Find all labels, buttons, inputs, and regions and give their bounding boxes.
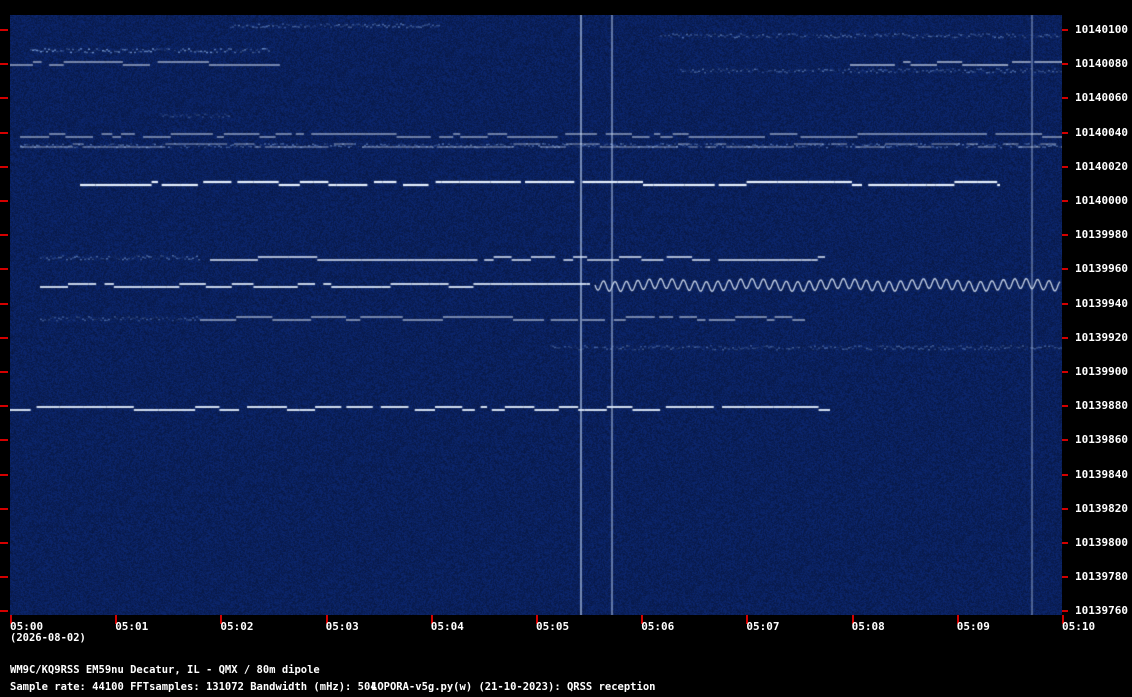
time-label: 05:03 <box>325 620 359 633</box>
freq-tick <box>1062 268 1068 271</box>
freq-tick <box>1062 29 1068 31</box>
freq-tick-left <box>0 610 8 613</box>
freq-tick <box>1062 507 1068 510</box>
time-label: 05:02 <box>220 620 254 633</box>
freq-tick <box>1062 336 1068 339</box>
freq-tick-left <box>0 63 8 66</box>
freq-tick <box>1062 200 1068 202</box>
station-info: WM9C/KQ9RSS EM59nu Decatur, IL - QMX / 8… <box>10 664 320 676</box>
freq-label: 10140060 <box>1075 91 1128 105</box>
freq-label: 10140080 <box>1075 57 1128 71</box>
freq-tick-left <box>0 200 8 202</box>
time-label: 05:07 <box>746 620 780 633</box>
freq-label: 10139760 <box>1075 604 1128 618</box>
freq-tick-left <box>0 507 8 510</box>
freq-tick-left <box>0 336 8 339</box>
freq-label: 10139860 <box>1075 433 1128 447</box>
freq-tick <box>1062 405 1068 408</box>
time-label: 05:04 <box>430 620 464 633</box>
freq-tick <box>1062 131 1068 134</box>
freq-tick <box>1062 576 1068 579</box>
time-label: 05:08 <box>851 620 885 633</box>
time-label: 05:10 <box>1062 620 1096 633</box>
software-version: LOPORA-v5g.py(w) (21-10-2023): QRSS rece… <box>371 681 656 693</box>
freq-tick-left <box>0 268 8 271</box>
freq-tick-left <box>0 405 8 408</box>
freq-label: 10139940 <box>1075 296 1128 310</box>
capture-parameters: Sample rate: 44100 FFTsamples: 131072 Ba… <box>10 681 377 693</box>
freq-label: 10140100 <box>1075 23 1128 36</box>
freq-tick-left <box>0 29 8 31</box>
freq-tick <box>1062 165 1068 168</box>
time-label: 05:01 <box>115 620 149 633</box>
freq-tick-left <box>0 302 8 305</box>
freq-tick <box>1062 302 1068 305</box>
freq-tick <box>1062 439 1068 442</box>
freq-label: 10140000 <box>1075 194 1128 207</box>
date-label: (2026-08-02) <box>10 632 86 644</box>
freq-label: 10140020 <box>1075 159 1128 173</box>
freq-label: 10140040 <box>1075 125 1128 139</box>
freq-label: 10139800 <box>1075 536 1128 549</box>
freq-label: 10139820 <box>1075 501 1128 515</box>
freq-label: 10139980 <box>1075 228 1128 242</box>
freq-tick-left <box>0 165 8 168</box>
freq-label: 10139900 <box>1075 365 1128 378</box>
freq-tick-left <box>0 473 8 476</box>
time-label: 05:09 <box>956 620 990 633</box>
freq-label: 10139780 <box>1075 570 1128 584</box>
freq-tick-left <box>0 439 8 442</box>
freq-tick-left <box>0 234 8 237</box>
time-label: 05:06 <box>641 620 675 633</box>
freq-tick-left <box>0 371 8 373</box>
freq-label: 10139880 <box>1075 399 1128 413</box>
freq-tick-left <box>0 131 8 134</box>
freq-tick-left <box>0 97 8 100</box>
freq-tick <box>1062 542 1068 544</box>
spectrogram-waterfall <box>10 15 1062 615</box>
freq-tick <box>1062 473 1068 476</box>
time-label: 05:05 <box>536 620 570 633</box>
freq-label: 10139960 <box>1075 262 1128 276</box>
freq-tick-left <box>0 576 8 579</box>
freq-tick <box>1062 97 1068 100</box>
sample-settings: Sample rate: 44100 FFTsamples: 131072 Ba… <box>10 681 377 693</box>
freq-tick-left <box>0 542 8 544</box>
freq-tick <box>1062 234 1068 237</box>
freq-tick <box>1062 63 1068 66</box>
freq-tick <box>1062 371 1068 373</box>
freq-label: 10139920 <box>1075 330 1128 344</box>
freq-label: 10139840 <box>1075 467 1128 481</box>
freq-tick <box>1062 610 1068 613</box>
